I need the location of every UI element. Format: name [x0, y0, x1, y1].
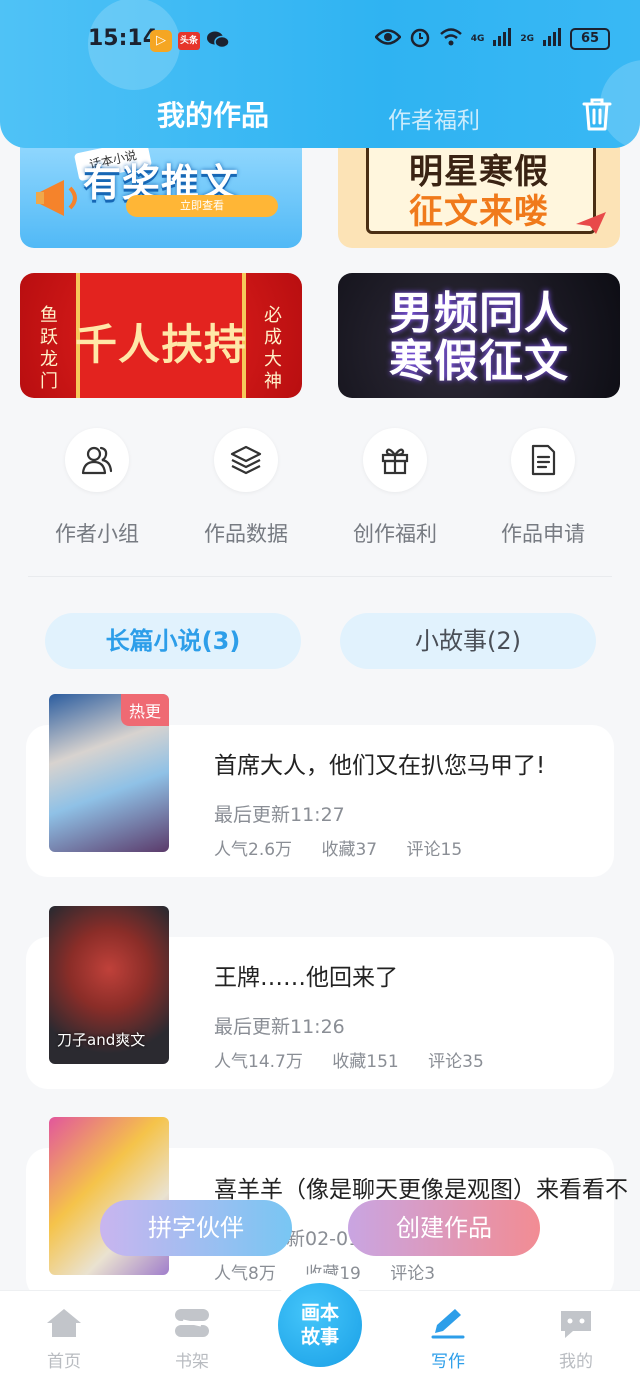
nav-write[interactable]: 写作: [398, 1307, 498, 1372]
status-time: 15:14: [88, 26, 159, 51]
quick-label: 作品申请: [501, 522, 585, 546]
stat-popularity: 人气8万: [214, 1264, 276, 1284]
nav-home[interactable]: 首页: [14, 1307, 114, 1372]
trash-icon[interactable]: [580, 96, 614, 132]
banner-title-line1: 明星寒假: [409, 152, 549, 192]
work-stats: 人气14.7万 收藏151 评论35: [214, 1047, 508, 1072]
home-icon: [45, 1309, 83, 1343]
wifi-icon: [439, 27, 463, 51]
nav-label: 写作: [431, 1352, 465, 1372]
nav-mine[interactable]: 我的: [526, 1307, 626, 1372]
chat-bubble-icon: [557, 1311, 595, 1343]
wechat-icon: [206, 30, 230, 54]
toutiao-app-icon: 头条: [178, 32, 200, 50]
network-4g: 4G: [470, 34, 485, 44]
quick-label: 创作福利: [353, 522, 437, 546]
tab-my-works[interactable]: 我的作品: [157, 94, 269, 134]
network-2g: 2G: [520, 34, 534, 44]
tab-long-novels[interactable]: 长篇小说(3): [45, 613, 301, 669]
banner-title: 千人扶持: [74, 320, 247, 369]
writing-partner-button[interactable]: 拼字伙伴: [100, 1200, 292, 1256]
nav-bookshelf[interactable]: 书架: [142, 1307, 242, 1372]
nav-center-label: 画本故事: [278, 1283, 362, 1367]
quick-author-group[interactable]: 作者小组: [37, 428, 157, 548]
battery-indicator: 65: [570, 28, 610, 50]
nav-label: 书架: [175, 1352, 209, 1372]
status-bar: 15:14 ▷ 头条 4G 2G 65: [0, 22, 640, 62]
bookshelf-icon: [173, 1309, 211, 1343]
work-title[interactable]: 喜羊羊（像是聊天更像是观图）来看看不: [214, 1170, 640, 1204]
paper-plane-icon: [574, 210, 608, 240]
hot-update-badge: 热更: [120, 694, 169, 726]
section-divider: [28, 576, 612, 577]
gift-icon: [363, 428, 427, 492]
quick-works-application[interactable]: 作品申请: [483, 428, 603, 548]
quick-works-data[interactable]: 作品数据: [186, 428, 306, 548]
eye-icon: [373, 28, 402, 50]
top-header: 15:14 ▷ 头条 4G 2G 65 我的作品 作者福利: [0, 0, 640, 148]
work-title[interactable]: 王牌……他回来了: [214, 958, 398, 992]
stat-popularity: 人气2.6万: [214, 840, 293, 860]
create-work-button[interactable]: 创建作品: [348, 1200, 540, 1256]
work-last-updated: 最后更新11:26: [214, 1016, 345, 1038]
cover-caption: 刀子and爽文: [57, 1031, 146, 1049]
stat-favorites: 收藏37: [321, 840, 378, 860]
nav-picture-story-button[interactable]: 画本故事: [268, 1273, 372, 1377]
stat-comments: 评论35: [428, 1052, 484, 1072]
stat-comments: 评论3: [390, 1264, 436, 1284]
stat-comments: 评论15: [406, 840, 463, 860]
layers-icon: [214, 428, 278, 492]
quick-label: 作者小组: [55, 522, 139, 546]
stat-favorites: 收藏151: [332, 1052, 399, 1072]
banner-title-line1: 男频同人: [389, 288, 569, 339]
nav-label: 我的: [559, 1352, 593, 1372]
signal-icon-2: [542, 27, 562, 51]
tab-short-stories[interactable]: 小故事(2): [340, 613, 596, 669]
stat-popularity: 人气14.7万: [214, 1052, 303, 1072]
work-stats: 人气2.6万 收藏37 评论15: [214, 835, 486, 860]
pen-icon: [429, 1309, 467, 1343]
signal-icon: [492, 27, 512, 51]
group-icon: [65, 428, 129, 492]
quick-label: 作品数据: [204, 522, 288, 546]
banner-title-line2: 寒假征文: [389, 336, 569, 387]
alarm-icon: [409, 26, 431, 52]
banner-support-program[interactable]: 鱼跃龙门 必成大神 千人扶持: [20, 273, 302, 398]
banner-male-fanfic-contest[interactable]: 男频同人 寒假征文: [338, 273, 620, 398]
document-icon: [511, 428, 575, 492]
quick-creation-welfare[interactable]: 创作福利: [335, 428, 455, 548]
work-last-updated: 最后更新11:27: [214, 804, 345, 826]
video-app-icon: ▷: [150, 30, 172, 52]
work-cover[interactable]: 热更: [49, 694, 169, 852]
work-cover[interactable]: 刀子and爽文: [49, 906, 169, 1064]
work-title[interactable]: 首席大人，他们又在扒您马甲了!: [214, 746, 545, 780]
tab-author-welfare[interactable]: 作者福利: [388, 101, 480, 135]
nav-label: 首页: [47, 1352, 81, 1372]
banner-view-button[interactable]: 立即查看: [126, 195, 278, 217]
